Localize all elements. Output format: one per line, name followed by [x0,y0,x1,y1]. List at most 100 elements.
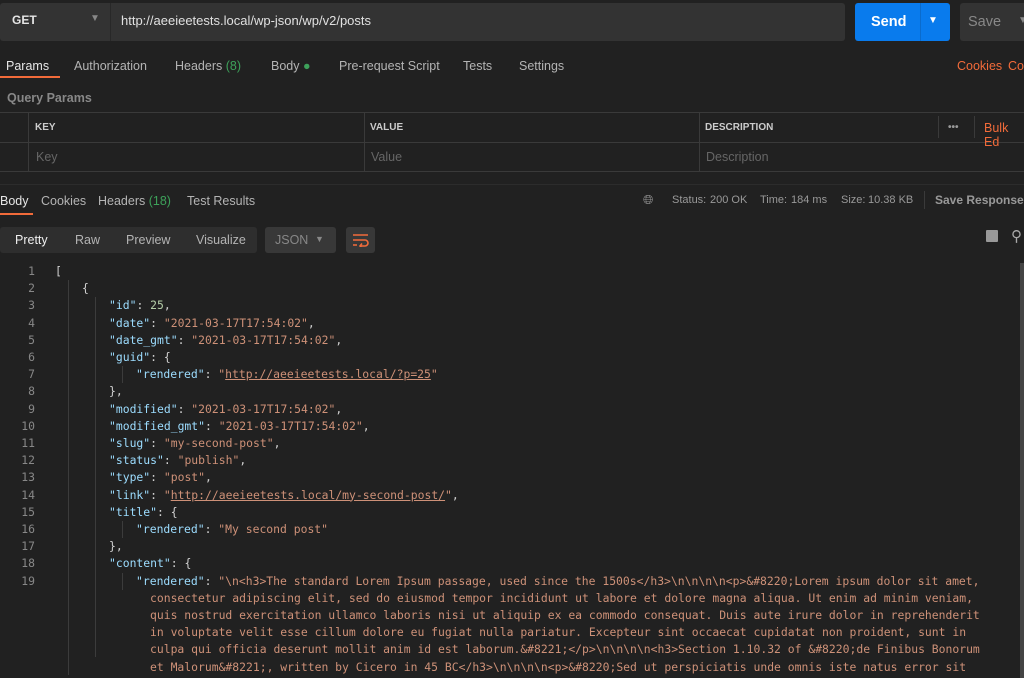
json-string: culpa qui officia deserunt mollit anim i… [150,642,980,657]
save-button[interactable]: Save ▼ [960,3,1024,41]
json-string: "2021-03-17T17:54:02" [191,401,336,416]
line-number: 17 [21,539,35,554]
json-key: "content" [109,556,171,571]
view-raw[interactable]: Raw [75,233,100,247]
globe-icon[interactable]: 🌐︎ [643,192,653,208]
save-response-button[interactable]: Save Response [935,193,1024,207]
code-text: "slug": "my-second-post", [109,435,280,452]
scrollbar[interactable] [1020,263,1024,678]
key-input[interactable]: Key [36,150,58,164]
tab-authorization[interactable]: Authorization [74,59,147,73]
json-punctuation: : [204,522,219,536]
view-visualize[interactable]: Visualize [196,233,246,247]
value-header: VALUE [370,122,404,133]
json-punctuation: : { [157,504,178,519]
query-params-title: Query Params [7,91,92,105]
wrap-lines-button[interactable] [346,227,375,253]
divider [699,112,700,171]
search-icon[interactable]: ⚲ [1011,227,1022,245]
code-text: "guid": { [109,349,171,366]
json-string: " [445,487,452,502]
json-string: consectetur adipiscing elit, sed do eius… [150,590,973,605]
body-indicator-dot-icon: ● [302,59,311,73]
code-text: "title": { [109,504,178,521]
json-string: " [163,487,171,502]
code-link[interactable]: Co [1008,59,1024,73]
response-tab-body[interactable]: Body [0,194,29,208]
json-punctuation: : [150,487,164,502]
description-input[interactable]: Description [706,150,769,164]
code-text: "type": "post", [109,469,212,486]
json-punctuation: , [273,436,281,450]
indent-guide [122,521,123,538]
url-input[interactable]: http://aeeieetests.local/wp-json/wp/v2/p… [121,13,371,28]
tab-settings[interactable]: Settings [519,59,564,73]
active-tab-indicator [0,76,60,78]
method-select[interactable]: GET [12,13,37,27]
more-options-icon[interactable]: ••• [948,122,959,133]
send-button[interactable]: Send ▼ [855,3,950,41]
save-label: Save [968,14,1002,30]
line-number: 9 [28,401,35,416]
line-number: 13 [21,470,35,485]
json-punctuation: }, [109,539,123,554]
response-tab-test-results[interactable]: Test Results [187,194,255,208]
json-punctuation: : [177,401,192,416]
indent-guide [95,297,96,658]
json-key: "date_gmt" [109,332,178,347]
code-text: "id": 25, [109,297,171,314]
chevron-down-icon[interactable]: ▼ [90,13,100,24]
json-punctuation: : [150,436,164,450]
copy-icon[interactable] [986,230,998,242]
code-text: quis nostrud exercitation ullamco labori… [150,607,980,624]
tab-params[interactable]: Params [6,59,49,73]
code-text: }, [109,538,123,555]
chevron-down-icon[interactable]: ▼ [1018,15,1024,26]
tab-headers[interactable]: Headers (8) [175,59,241,73]
time-value: 184 ms [791,194,828,206]
tab-pre-request-script[interactable]: Pre-request Script [339,59,440,73]
response-tab-headers[interactable]: Headers (18) [98,194,171,208]
json-punctuation: , [451,487,459,502]
json-key: "id" [109,298,137,313]
line-number: 6 [28,350,35,364]
headers-count: (18) [148,194,171,208]
format-select[interactable]: JSON ▼ [265,227,336,253]
json-key: "modified" [109,401,178,416]
json-key: "rendered" [136,522,205,536]
code-text: "link": "http://aeeieetests.local/my-sec… [109,487,459,504]
json-punctuation: : [163,453,178,468]
divider [920,3,921,41]
tab-body[interactable]: Body ● [271,59,311,73]
code-text: "modified_gmt": "2021-03-17T17:54:02", [109,418,370,435]
bulk-edit-link[interactable]: Bulk Ed [984,121,1024,149]
time-label: Time: [760,194,788,206]
response-tab-cookies[interactable]: Cookies [41,194,86,208]
cookies-link[interactable]: Cookies [957,59,1002,73]
status-label: Status: [672,194,707,206]
json-key: "modified_gmt" [109,418,206,433]
code-text: et Malorum&#8221;, written by Cicero in … [150,659,966,676]
chevron-down-icon[interactable]: ▼ [928,15,938,26]
view-pretty[interactable]: Pretty [15,233,48,247]
code-text: "rendered": "My second post" [136,521,328,538]
line-number: 1 [28,264,35,278]
line-number: 3 [28,298,35,313]
divider [0,142,1024,143]
json-key: "rendered" [136,573,205,588]
line-number: 15 [21,504,35,519]
json-link[interactable]: http://aeeieetests.local/my-second-post/ [171,488,445,502]
indent-guide [122,573,123,590]
view-preview[interactable]: Preview [126,233,170,247]
json-link[interactable]: http://aeeieetests.local/?p=25 [225,367,431,381]
code-text: "content": { [109,555,191,572]
line-number: 14 [21,487,35,502]
code-text: "status": "publish", [109,452,246,469]
json-string: "2021-03-17T17:54:02" [163,315,308,330]
json-key: "status" [109,453,164,468]
tab-tests[interactable]: Tests [463,59,492,73]
json-punctuation: { [82,281,89,296]
value-input[interactable]: Value [371,150,402,164]
description-header: DESCRIPTION [705,122,774,133]
json-string: "publish" [177,453,240,468]
